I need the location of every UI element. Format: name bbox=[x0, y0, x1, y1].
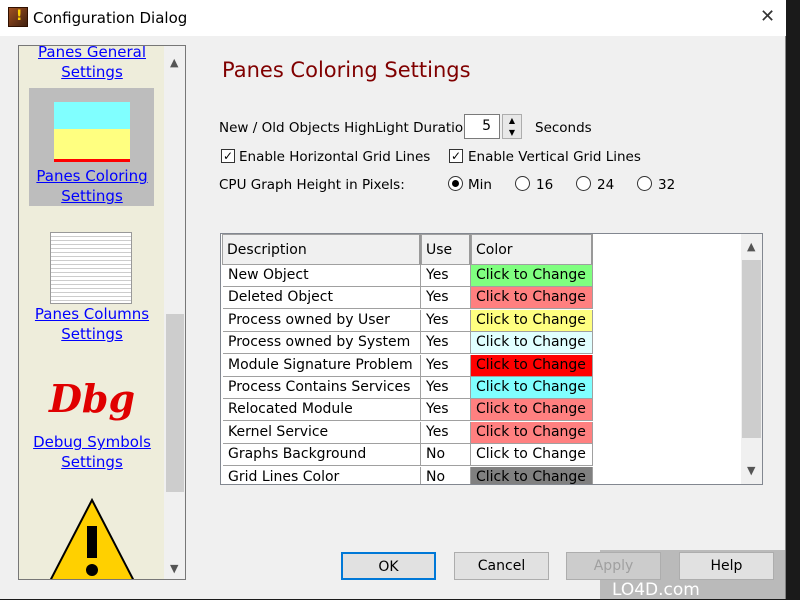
table-row[interactable]: Deleted Object Yes Click to Change bbox=[223, 287, 593, 310]
color-cell[interactable]: Click to Change bbox=[471, 399, 593, 422]
use-cell[interactable]: No bbox=[421, 444, 471, 467]
nav-scroll-thumb[interactable] bbox=[166, 314, 184, 492]
horizontal-grid-checkbox[interactable]: ✓ bbox=[221, 149, 235, 163]
description-cell: Kernel Service bbox=[223, 421, 421, 444]
cpu-option-label: 32 bbox=[658, 177, 676, 193]
use-cell[interactable]: No bbox=[421, 466, 471, 484]
nav-scrollbar[interactable]: ▲ ▼ bbox=[164, 46, 185, 579]
close-button[interactable]: ✕ bbox=[760, 6, 775, 27]
nav-panes-coloring[interactable]: Panes Coloring Settings bbox=[29, 88, 154, 206]
watermark: LO4D.com bbox=[612, 580, 700, 600]
duration-label: New / Old Objects HighLight Duration bbox=[219, 120, 472, 136]
color-cell[interactable]: Click to Change bbox=[471, 332, 593, 355]
description-cell: Process Contains Services bbox=[223, 377, 421, 399]
color-cell[interactable]: Click to Change bbox=[471, 421, 593, 444]
window-title: Configuration Dialog bbox=[33, 9, 188, 27]
dbg-logo: Dbg bbox=[48, 376, 136, 421]
color-cell[interactable]: Click to Change bbox=[471, 354, 593, 377]
cpu-radio-24[interactable] bbox=[576, 176, 591, 191]
nav-debug-symbols[interactable]: Debug Symbols Settings bbox=[19, 432, 165, 472]
columns-thumbnail bbox=[50, 232, 132, 304]
scroll-up-icon[interactable]: ▲ bbox=[747, 240, 755, 253]
table-row[interactable]: Graphs Background No Click to Change bbox=[223, 444, 593, 467]
cpu-option-label: 24 bbox=[597, 177, 615, 193]
warning-icon bbox=[49, 498, 135, 579]
use-cell[interactable]: Yes bbox=[421, 399, 471, 422]
table-row[interactable]: Module Signature Problem Yes Click to Ch… bbox=[223, 354, 593, 377]
cancel-button[interactable]: Cancel bbox=[454, 552, 549, 580]
table-row[interactable]: New Object Yes Click to Change bbox=[223, 265, 593, 287]
table-row[interactable]: Relocated Module Yes Click to Change bbox=[223, 399, 593, 422]
duration-stepper[interactable]: ▲ ▼ bbox=[502, 114, 522, 139]
table-row[interactable]: Kernel Service Yes Click to Change bbox=[223, 421, 593, 444]
color-cell[interactable]: Click to Change bbox=[471, 265, 593, 287]
horizontal-grid-label: Enable Horizontal Grid Lines bbox=[239, 149, 431, 165]
app-icon bbox=[8, 7, 28, 27]
header-color[interactable]: Color bbox=[471, 234, 593, 265]
color-cell[interactable]: Click to Change bbox=[471, 466, 593, 484]
table-scroll-thumb[interactable] bbox=[742, 260, 761, 438]
help-button[interactable]: Help bbox=[679, 552, 774, 580]
description-cell: Deleted Object bbox=[223, 287, 421, 310]
ok-button[interactable]: OK bbox=[341, 552, 436, 580]
description-cell: New Object bbox=[223, 265, 421, 287]
description-cell: Grid Lines Color bbox=[223, 466, 421, 484]
scroll-up-icon[interactable]: ▲ bbox=[170, 56, 178, 69]
nav-panes-columns[interactable]: Panes Columns Settings bbox=[19, 304, 165, 344]
scroll-down-icon[interactable]: ▼ bbox=[170, 562, 178, 575]
color-cell[interactable]: Click to Change bbox=[471, 287, 593, 310]
color-cell[interactable]: Click to Change bbox=[471, 309, 593, 332]
duration-input[interactable]: 5 bbox=[464, 114, 500, 139]
use-cell[interactable]: Yes bbox=[421, 332, 471, 355]
page-heading: Panes Coloring Settings bbox=[222, 58, 471, 82]
apply-button[interactable]: Apply bbox=[566, 552, 661, 580]
description-cell: Module Signature Problem bbox=[223, 354, 421, 377]
coloring-thumbnail bbox=[54, 102, 130, 162]
title-bar: Configuration Dialog ✕ bbox=[0, 0, 786, 36]
cpu-option-label: Min bbox=[468, 177, 492, 193]
settings-nav: Panes General Settings Panes Coloring Sett… bbox=[18, 45, 186, 580]
cpu-height-label: CPU Graph Height in Pixels: bbox=[219, 177, 405, 193]
header-description[interactable]: Description bbox=[222, 234, 421, 265]
use-cell[interactable]: Yes bbox=[421, 377, 471, 399]
description-cell: Graphs Background bbox=[223, 444, 421, 467]
duration-unit: Seconds bbox=[535, 120, 592, 136]
table-row[interactable]: Process owned by System Yes Click to Cha… bbox=[223, 332, 593, 355]
color-cell[interactable]: Click to Change bbox=[471, 444, 593, 467]
scroll-down-icon[interactable]: ▼ bbox=[747, 464, 755, 477]
use-cell[interactable]: Yes bbox=[421, 421, 471, 444]
color-cell[interactable]: Click to Change bbox=[471, 377, 593, 399]
description-cell: Process owned by System bbox=[223, 332, 421, 355]
cpu-radio-16[interactable] bbox=[515, 176, 530, 191]
use-cell[interactable]: Yes bbox=[421, 309, 471, 332]
use-cell[interactable]: Yes bbox=[421, 265, 471, 287]
vertical-grid-checkbox[interactable]: ✓ bbox=[449, 149, 463, 163]
description-cell: Relocated Module bbox=[223, 399, 421, 422]
config-dialog: Configuration Dialog ✕ Panes GeneralSett… bbox=[0, 0, 786, 599]
table-row[interactable]: Grid Lines Color No Click to Change bbox=[223, 466, 593, 484]
table-scrollbar[interactable]: ▲ ▼ bbox=[741, 234, 762, 484]
nav-panes-general[interactable]: Panes General Settings bbox=[19, 46, 165, 82]
cpu-option-label: 16 bbox=[536, 177, 554, 193]
table-row[interactable]: Process Contains Services Yes Click to C… bbox=[223, 377, 593, 399]
description-cell: Process owned by User bbox=[223, 309, 421, 332]
vertical-grid-label: Enable Vertical Grid Lines bbox=[468, 149, 641, 165]
color-table: Description Use Color New Object Yes Cli… bbox=[220, 233, 763, 485]
table-row[interactable]: Process owned by User Yes Click to Chang… bbox=[223, 309, 593, 332]
use-cell[interactable]: Yes bbox=[421, 287, 471, 310]
cpu-radio-min[interactable] bbox=[448, 176, 463, 191]
cpu-radio-32[interactable] bbox=[637, 176, 652, 191]
header-use[interactable]: Use bbox=[421, 234, 471, 265]
use-cell[interactable]: Yes bbox=[421, 354, 471, 377]
